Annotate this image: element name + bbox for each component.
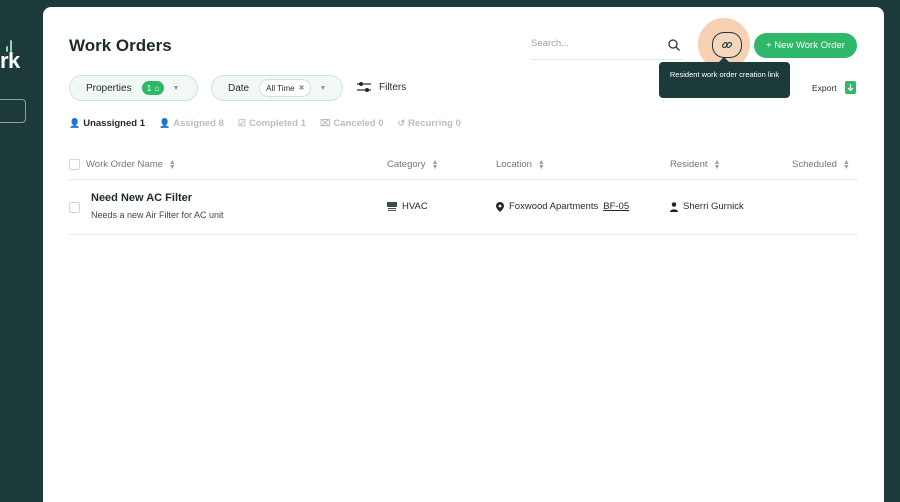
sort-icon[interactable]: ▲ ▼: [714, 159, 721, 171]
filters-label: Filters: [379, 81, 407, 93]
column-label: Scheduled: [792, 159, 837, 170]
resident-link-button[interactable]: [712, 32, 742, 58]
properties-count: 1: [146, 83, 152, 93]
tab-label: Canceled 0: [333, 118, 384, 129]
check-square-icon: ☑: [237, 118, 246, 128]
page-title: Work Orders: [69, 36, 172, 55]
location-unit-link[interactable]: BF-05: [603, 201, 629, 212]
hvac-icon: [387, 202, 397, 211]
column-category[interactable]: Category ▲ ▼: [387, 159, 439, 171]
tab-unassigned[interactable]: 👤 Unassigned 1: [69, 118, 145, 129]
new-work-order-button[interactable]: + New Work Order: [754, 33, 857, 58]
link-icon: [721, 41, 733, 49]
properties-count-badge: 1 ⌂: [141, 81, 165, 95]
search-placeholder: Search...: [531, 38, 570, 49]
status-tabs: 👤 Unassigned 1 👤 Assigned 8 ☑ Completed …: [69, 118, 461, 129]
tab-completed[interactable]: ☑ Completed 1: [238, 118, 306, 129]
date-value: All Time: [266, 83, 295, 93]
column-label: Category: [387, 159, 426, 170]
sidebar-button[interactable]: [0, 99, 26, 123]
table-row[interactable]: Need New AC Filter Needs a new Air Filte…: [69, 180, 858, 235]
sidebar: rk: [0, 0, 43, 502]
tab-label: Assigned 8: [173, 118, 224, 129]
tab-label: Recurring 0: [408, 118, 461, 129]
column-scheduled[interactable]: Scheduled ▲ ▼: [792, 159, 850, 171]
search-input[interactable]: Search...: [531, 35, 683, 60]
tab-label: Completed 1: [248, 118, 306, 129]
chevron-down-icon: ▼: [172, 84, 180, 92]
export-button[interactable]: Export: [812, 83, 837, 93]
person-icon: [670, 201, 678, 212]
tab-canceled[interactable]: ⌧ Canceled 0: [320, 118, 384, 129]
location-pin-icon: [496, 201, 504, 212]
x-square-icon: ⌧: [320, 118, 331, 128]
table-header: Work Order Name ▲ ▼ Category ▲ ▼ Location …: [69, 157, 858, 180]
properties-filter[interactable]: Properties 1 ⌂ ▼: [69, 75, 198, 101]
date-filter[interactable]: Date All Time ✖ ▼: [211, 75, 343, 101]
home-icon: ⌂: [154, 83, 160, 93]
column-label: Work Order Name: [86, 159, 163, 170]
work-order-description: Needs a new Air Filter for AC unit: [91, 210, 224, 220]
logo-text: rk: [0, 48, 20, 73]
date-value-badge: All Time ✖: [259, 79, 312, 97]
column-label: Resident: [670, 159, 708, 170]
recurring-icon: ↺: [397, 118, 406, 128]
tooltip: Resident work order creation link: [659, 57, 790, 98]
sliders-icon: [357, 82, 371, 92]
column-resident[interactable]: Resident ▲ ▼: [670, 159, 721, 171]
main-panel: Work Orders Search... + New Work Order R…: [43, 7, 884, 502]
sort-icon[interactable]: ▲ ▼: [538, 159, 545, 171]
resident-cell: Sherri Gurnick: [670, 201, 744, 212]
resident-name: Sherri Gurnick: [683, 201, 744, 212]
column-location[interactable]: Location ▲ ▼: [496, 159, 545, 171]
category-cell: HVAC: [387, 201, 428, 212]
sort-icon[interactable]: ▲ ▼: [843, 159, 850, 171]
sort-icon[interactable]: ▲ ▼: [169, 159, 176, 171]
tab-label: Unassigned 1: [83, 118, 145, 129]
clear-icon[interactable]: ✖: [299, 84, 305, 92]
filters-button[interactable]: Filters: [357, 81, 406, 93]
sort-icon[interactable]: ▲ ▼: [432, 159, 439, 171]
export-icon[interactable]: [845, 81, 856, 94]
column-label: Location: [496, 159, 532, 170]
person-x-icon: 👤: [69, 118, 81, 128]
row-checkbox[interactable]: [69, 202, 80, 213]
category-value: HVAC: [402, 201, 428, 212]
person-icon: 👤: [159, 118, 171, 128]
location-cell: Foxwood Apartments BF-05: [496, 201, 629, 212]
tab-assigned[interactable]: 👤 Assigned 8: [159, 118, 224, 129]
chevron-down-icon: ▼: [319, 84, 327, 92]
location-name: Foxwood Apartments: [509, 201, 599, 212]
column-work-order-name[interactable]: Work Order Name ▲ ▼: [69, 159, 176, 171]
work-order-title[interactable]: Need New AC Filter: [91, 192, 192, 204]
select-all-checkbox[interactable]: [69, 159, 80, 170]
tab-recurring[interactable]: ↺ Recurring 0: [398, 118, 461, 129]
date-filter-label: Date: [228, 82, 250, 94]
properties-filter-label: Properties: [86, 82, 132, 94]
search-icon[interactable]: [667, 38, 681, 52]
